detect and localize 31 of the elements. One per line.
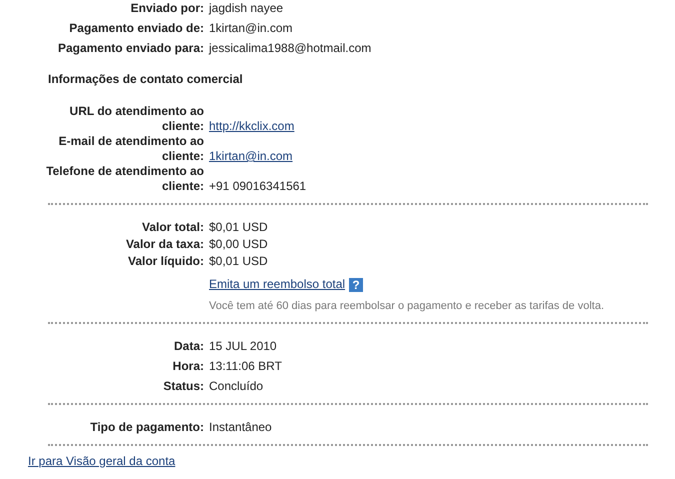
field-label: Status: <box>162 379 204 394</box>
field-value: Instantâneo <box>209 420 272 435</box>
field-label: Tipo de pagamento: <box>89 420 204 435</box>
field-value: 15 JUL 2010 <box>209 339 277 354</box>
field-label: URL do atendimento ao cliente: <box>68 104 204 134</box>
value-link[interactable]: 1kirtan@in.com <box>209 149 293 164</box>
refund-link[interactable]: Emita um reembolso total <box>209 277 346 292</box>
section-heading: Informações de contato comercial <box>48 72 244 87</box>
field-value: 13:11:06 BRT <box>209 359 282 374</box>
field-value: jagdish nayee <box>209 1 284 16</box>
field-label: Valor total: <box>140 220 204 235</box>
field-label: Hora: <box>172 359 204 374</box>
field-value: jessicalima1988@hotmail.com <box>209 41 372 56</box>
field-label: Pagamento enviado de: <box>68 21 204 36</box>
field-label: Telefone de atendimento ao cliente: <box>45 164 204 194</box>
field-value: 1kirtan@in.com <box>209 21 293 36</box>
field-label: Valor da taxa: <box>124 237 204 252</box>
value-link[interactable]: http://kkclix.com <box>209 119 294 134</box>
field-value: $0,00 USD <box>209 237 268 252</box>
account-overview-link[interactable]: Ir para Visão geral da conta <box>28 454 176 469</box>
field-label: Data: <box>172 339 204 354</box>
help-icon[interactable]: ? <box>349 278 364 292</box>
field-label: Enviado por: <box>130 1 204 16</box>
field-label: E-mail de atendimento ao cliente: <box>58 134 204 164</box>
refund-note: Você tem até 60 dias para reembolsar o pagamento e receber as tarifas de volta. <box>209 300 606 313</box>
field-value: $0,01 USD <box>209 220 268 235</box>
field-value: +91 09016341561 <box>209 179 306 194</box>
field-label: Valor líquido: <box>126 254 204 269</box>
field-value: $0,01 USD <box>209 254 268 269</box>
field-label: Pagamento enviado para: <box>56 41 204 56</box>
field-value: Concluído <box>209 379 264 394</box>
